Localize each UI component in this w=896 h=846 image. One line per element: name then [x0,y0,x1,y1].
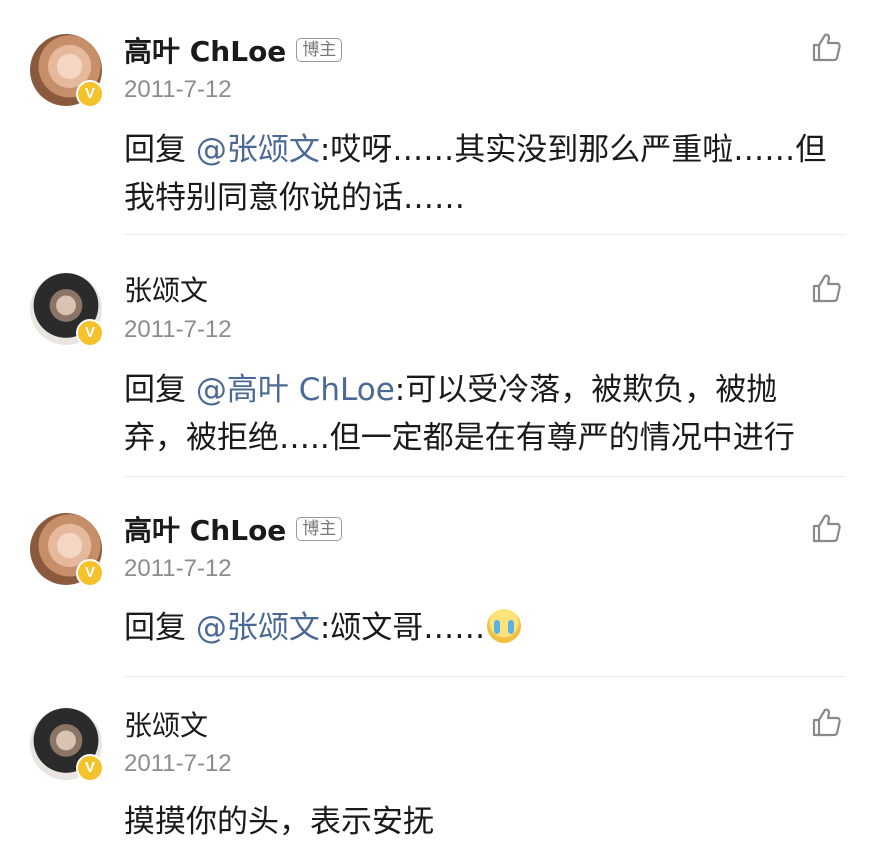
mention-link[interactable]: @高叶 ChLoe [196,372,395,408]
comment-date: 2011-7-12 [124,750,232,777]
avatar[interactable]: V [30,513,104,587]
username[interactable]: 张颂文 [124,704,208,744]
comment-body: 摸摸你的头，表示安抚 [124,804,434,840]
like-icon[interactable] [810,706,842,738]
comment-body: :颂文哥…… [319,610,486,646]
avatar[interactable]: V [30,34,104,108]
comment-text: 摸摸你的头，表示安抚 [124,798,844,846]
avatar[interactable]: V [30,708,104,782]
comment-header: 张颂文 [124,706,208,742]
comment-header: 高叶 ChLoe 博主 [124,30,343,70]
reply-prefix: 回复 [124,610,196,646]
divider [124,234,846,235]
verified-badge-icon: V [76,754,104,782]
username[interactable]: 高叶 ChLoe [124,509,286,549]
divider [124,676,846,677]
comment-date: 2011-7-12 [124,316,232,343]
avatar[interactable]: V [30,273,104,347]
like-icon[interactable] [810,31,842,63]
like-icon[interactable] [810,272,842,304]
author-badge: 博主 [296,38,343,62]
mention-link[interactable]: @张颂文 [196,610,320,646]
username[interactable]: 高叶 ChLoe [124,30,286,70]
reply-prefix: 回复 [124,372,196,408]
mention-link[interactable]: @张颂文 [196,132,320,168]
comment-text: 回复 @张颂文:哎呀……其实没到那么严重啦……但我特别同意你说的话…… [124,126,844,222]
verified-badge-icon: V [76,559,104,587]
comment-date: 2011-7-12 [124,555,232,582]
reply-prefix: 回复 [124,132,196,168]
comment-text: 回复 @张颂文:颂文哥…… [124,604,844,652]
verified-badge-icon: V [76,80,104,108]
divider [124,476,846,477]
comment-date: 2011-7-12 [124,76,232,103]
comment-header: 张颂文 [124,271,208,307]
crying-emoji-icon [487,609,522,643]
author-badge: 博主 [296,517,343,541]
comment-header: 高叶 ChLoe 博主 [124,509,343,549]
comment-text: 回复 @高叶 ChLoe:可以受冷落，被欺负，被抛弃，被拒绝…..但一定都是在有… [124,366,824,462]
username[interactable]: 张颂文 [124,269,208,309]
verified-badge-icon: V [76,319,104,347]
like-icon[interactable] [810,512,842,544]
